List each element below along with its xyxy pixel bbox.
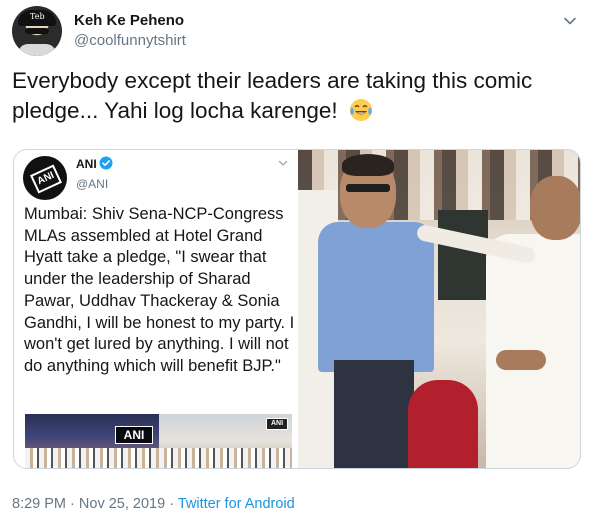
- crowd-image: [25, 448, 165, 468]
- person-dark-trousers: [334, 360, 414, 468]
- hand: [496, 350, 546, 370]
- person-hair: [342, 154, 394, 176]
- meta-separator: ·: [70, 496, 75, 512]
- crowd-image: [159, 448, 292, 468]
- red-chair: [408, 380, 478, 468]
- quoted-media-thumbnail-1[interactable]: ANI: [25, 414, 165, 468]
- avatar-cap-text: Teb: [30, 12, 45, 21]
- ani-watermark: ANI: [115, 426, 153, 444]
- ani-watermark: ANI: [266, 418, 288, 430]
- tweet-metadata: 8:29 PM · Nov 25, 2019 · Twitter for And…: [12, 496, 295, 512]
- tweet-body: Everybody except their leaders are takin…: [12, 66, 582, 126]
- author-avatar[interactable]: Teb: [12, 6, 62, 56]
- quoted-tweet[interactable]: ANI ANI @ANI Mumbai: Shiv Sena-NCP-Congr…: [14, 150, 298, 468]
- tweet-header: Teb Keh Ke Peheno @coolfunnytshirt: [12, 6, 583, 58]
- quoted-author-handle[interactable]: @ANI: [76, 177, 108, 191]
- author-name[interactable]: Keh Ke Peheno: [74, 12, 184, 29]
- quoted-tweet-card[interactable]: ANI ANI @ANI Mumbai: Shiv Sena-NCP-Congr…: [13, 149, 581, 469]
- attached-photo[interactable]: [298, 150, 580, 468]
- face-with-tears-of-joy-icon: [349, 99, 372, 121]
- meta-separator: ·: [169, 496, 175, 512]
- ani-logo: ANI: [29, 164, 63, 194]
- avatar-glasses: [25, 28, 49, 34]
- tweet-time[interactable]: 8:29 PM: [12, 496, 66, 512]
- person-head-right: [530, 176, 580, 240]
- avatar-shirt: [18, 44, 56, 56]
- person-blue-shirt: [318, 222, 434, 372]
- quoted-chevron-down-icon[interactable]: [278, 158, 288, 168]
- tweet-date[interactable]: Nov 25, 2019: [79, 496, 165, 512]
- verified-badge-icon: [99, 156, 113, 170]
- quoted-tweet-text: Mumbai: Shiv Sena-NCP-Congress MLAs asse…: [24, 205, 295, 375]
- quoted-media-thumbnail-2[interactable]: ANI: [159, 414, 292, 468]
- tweet-text: Everybody except their leaders are takin…: [12, 68, 533, 123]
- ani-avatar[interactable]: ANI: [23, 156, 67, 200]
- quoted-author-name[interactable]: ANI: [76, 157, 97, 171]
- author-handle[interactable]: @coolfunnytshirt: [74, 32, 186, 49]
- person-glasses: [346, 184, 390, 192]
- person-vest: [438, 210, 488, 300]
- tweet-source-link[interactable]: Twitter for Android: [178, 496, 295, 512]
- chevron-down-icon[interactable]: [563, 14, 577, 28]
